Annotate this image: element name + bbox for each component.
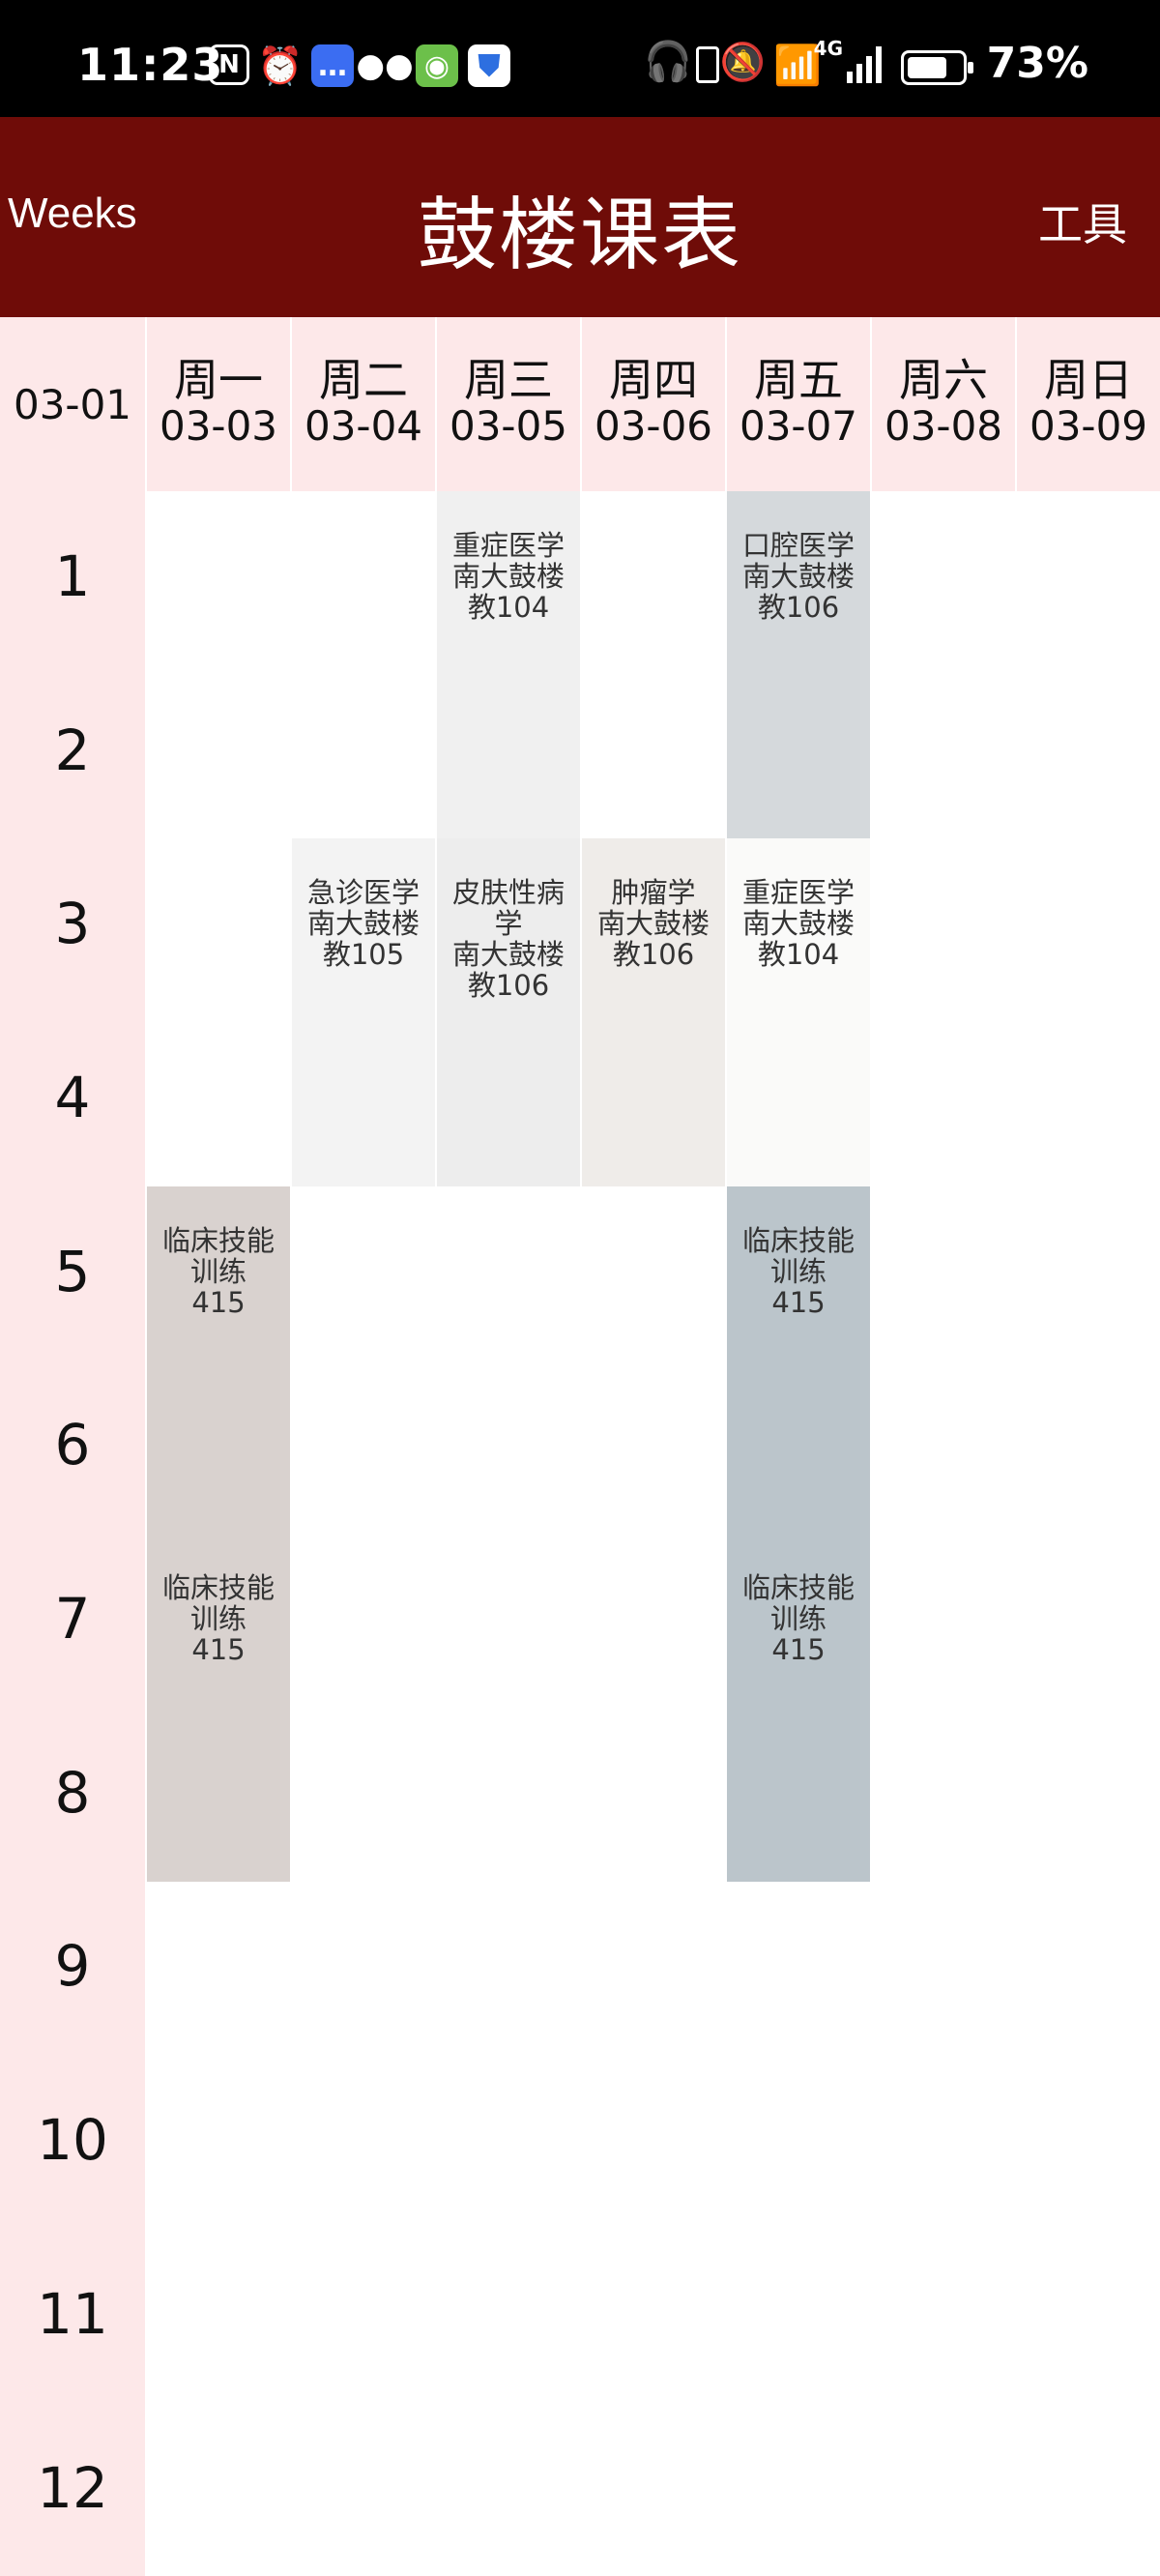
course-location: 南大鼓楼 [451, 938, 565, 972]
day-name: 周五 [754, 354, 843, 406]
alarm-icon: ⏰ [257, 44, 304, 87]
day-date: 03-03 [159, 402, 278, 450]
headphones-icon: 🎧 [644, 40, 692, 84]
battery-percent: 73% [986, 39, 1088, 88]
course-room: 教106 [612, 938, 695, 972]
day-header: 周二 03-04 [290, 317, 435, 491]
course-room: 教104 [467, 591, 550, 624]
day-name: 周四 [609, 354, 698, 406]
day-header: 周一 03-03 [145, 317, 290, 491]
period-number: 9 [54, 1933, 91, 2000]
course-block[interactable]: 临床技能训练 415 [725, 1186, 870, 1535]
day-name: 周三 [464, 354, 553, 406]
status-time: 11:23 [77, 39, 224, 91]
course-location: 南大鼓楼 [741, 907, 855, 941]
course-room: 教106 [467, 969, 550, 1003]
network-type: 4G [813, 37, 843, 60]
day-name: 周二 [319, 354, 408, 406]
course-location: 南大鼓楼 [596, 907, 710, 941]
course-room: 415 [771, 1633, 826, 1667]
course-name: 临床技能训练 [741, 1223, 855, 1288]
nfc-icon: N [209, 44, 249, 85]
course-name: 肿瘤学 [611, 876, 696, 910]
period-number: 4 [54, 1064, 91, 1130]
course-block[interactable]: 临床技能训练 415 [145, 1186, 290, 1535]
day-date: 03-06 [594, 402, 713, 450]
notification-icons: N ⏰ … ●● ◉ ⛊ [209, 44, 510, 87]
day-name: 周六 [899, 354, 988, 406]
page-title: 鼓楼课表 [417, 190, 742, 281]
battery-icon [901, 50, 973, 85]
day-date: 03-05 [449, 402, 568, 450]
course-name: 急诊医学 [306, 876, 420, 910]
day-header: 周四 03-06 [580, 317, 725, 491]
course-room: 415 [771, 1285, 826, 1319]
day-date: 03-08 [884, 402, 1003, 450]
course-room: 教105 [322, 938, 405, 972]
course-room: 教104 [757, 938, 840, 972]
period-number: 2 [54, 717, 91, 783]
course-location: 南大鼓楼 [451, 560, 565, 593]
period-number: 12 [37, 2454, 108, 2521]
course-block[interactable]: 口腔医学 南大鼓楼 教106 [725, 491, 870, 839]
course-location: 南大鼓楼 [306, 907, 420, 941]
wechat-icon: ●● [356, 46, 414, 85]
app-icon: ◉ [416, 44, 458, 87]
course-block[interactable]: 重症医学 南大鼓楼 教104 [725, 838, 870, 1186]
device-battery-icon [696, 46, 719, 83]
period-number: 1 [54, 542, 91, 609]
day-header: 周三 03-05 [435, 317, 580, 491]
day-date: 03-07 [739, 402, 858, 450]
silent-bell-icon: 🔕 [719, 41, 766, 83]
course-name: 重症医学 [741, 876, 855, 910]
course-name: 皮肤性病学 [451, 876, 565, 941]
period-number: 3 [54, 891, 91, 957]
period-number: 7 [54, 1586, 91, 1653]
course-block[interactable]: 临床技能训练 415 [725, 1534, 870, 1882]
tools-button[interactable]: 工具 [1038, 190, 1127, 253]
period-number: 10 [37, 2107, 108, 2174]
course-block[interactable]: 肿瘤学 南大鼓楼 教106 [580, 838, 725, 1186]
course-room: 教106 [757, 591, 840, 624]
course-name: 临床技能训练 [741, 1571, 855, 1636]
period-number: 5 [54, 1238, 91, 1304]
app-header: Weeks 鼓楼课表 工具 [0, 117, 1160, 317]
course-name: 口腔医学 [741, 529, 855, 562]
course-block[interactable]: 皮肤性病学 南大鼓楼 教106 [435, 838, 580, 1186]
day-name: 周一 [174, 354, 263, 406]
course-block[interactable]: 重症医学 南大鼓楼 教104 [435, 491, 580, 839]
signal-icon [847, 43, 885, 83]
message-icon: … [311, 44, 354, 87]
day-date: 03-04 [304, 402, 423, 450]
status-bar: 11:23 N ⏰ … ●● ◉ ⛊ 🎧 🔕 📶 4G 73% [0, 0, 1160, 117]
period-number: 11 [37, 2280, 108, 2347]
day-header: 周五 03-07 [725, 317, 870, 491]
course-location: 南大鼓楼 [741, 560, 855, 593]
course-name: 重症医学 [451, 529, 565, 562]
course-name: 临床技能训练 [161, 1571, 275, 1636]
shield-icon: ⛊ [468, 44, 510, 87]
period-column: 1 2 3 4 5 6 7 8 9 10 11 12 [0, 491, 145, 2576]
period-number: 8 [54, 1759, 91, 1826]
period-number: 6 [54, 1412, 91, 1478]
week-start-date[interactable]: 03-01 [0, 317, 145, 491]
course-room: 415 [191, 1633, 246, 1667]
course-room: 415 [191, 1285, 246, 1319]
day-header: 周六 03-08 [870, 317, 1015, 491]
day-date: 03-09 [1029, 402, 1148, 450]
course-name: 临床技能训练 [161, 1223, 275, 1288]
course-block[interactable]: 急诊医学 南大鼓楼 教105 [290, 838, 435, 1186]
day-header: 周日 03-09 [1015, 317, 1160, 491]
course-block[interactable]: 临床技能训练 415 [145, 1534, 290, 1882]
day-name: 周日 [1044, 354, 1133, 406]
system-icons: 🎧 🔕 📶 4G 73% [644, 37, 1160, 91]
